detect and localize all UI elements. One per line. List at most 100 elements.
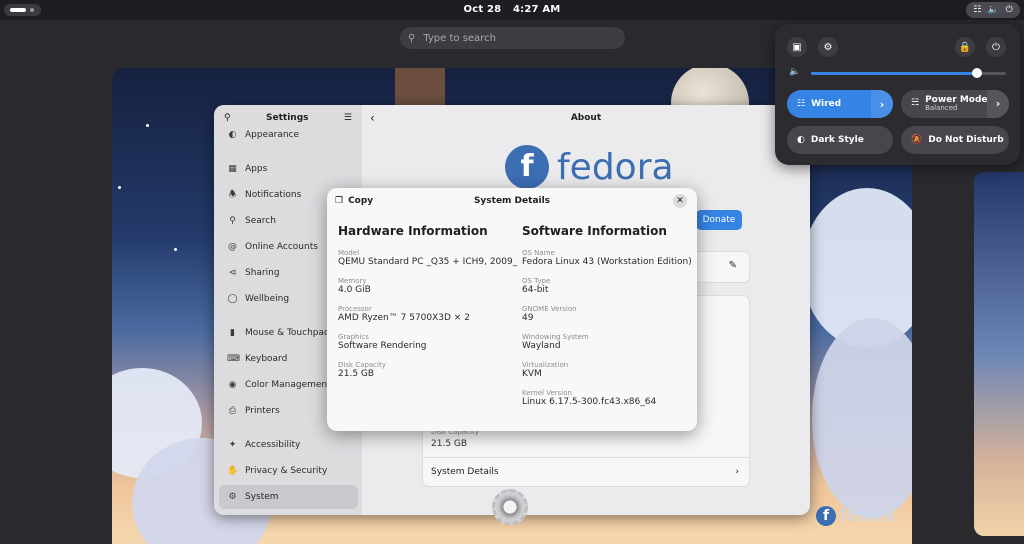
gear-icon: ⚙ (823, 41, 833, 53)
back-button[interactable]: ‹ (370, 111, 375, 125)
software-section: Software Information OS Name Fedora Linu… (522, 224, 692, 417)
power-button[interactable]: ⏻ (986, 37, 1006, 57)
field-label: GNOME Version (522, 305, 577, 313)
sidebar-item-apps[interactable]: ▦ Apps (219, 157, 358, 181)
sidebar-title: Settings (266, 113, 309, 123)
apps-icon: ▦ (228, 164, 237, 174)
clock[interactable]: Oct 28 4:27 AM (0, 4, 1024, 15)
star (146, 124, 149, 127)
sidebar-item-label: Privacy & Security (245, 466, 328, 476)
dialog-header: ❐ Copy ✕ (327, 188, 697, 214)
chevron-right-icon: › (879, 97, 885, 111)
field-value: Software Rendering (338, 341, 427, 351)
fedora-logo-text: fedora (557, 146, 674, 188)
share-icon: ⊲ (228, 268, 237, 278)
dark-style-label: Dark Style (810, 135, 864, 145)
sidebar-item-label: Online Accounts (245, 242, 318, 252)
adjacent-workspace-preview[interactable] (974, 172, 1024, 536)
sidebar-item-privacy-security[interactable]: ✋ Privacy & Security (219, 459, 358, 483)
field-label: Processor (338, 305, 372, 313)
search-icon[interactable]: ⚲ (224, 113, 231, 123)
hardware-heading: Hardware Information (338, 224, 488, 238)
field-value: 4.0 GiB (338, 285, 371, 295)
settings-app-icon[interactable] (492, 489, 528, 525)
edit-icon[interactable]: ✎ (729, 260, 737, 271)
power-mode-icon: ☵ (911, 98, 920, 109)
wellbeing-icon: ◯ (227, 294, 238, 304)
sidebar-item-appearance[interactable]: ◐ Appearance (219, 123, 358, 147)
sidebar-item-label: Appearance (245, 130, 300, 140)
sidebar-item-accessibility[interactable]: ✦ Accessibility (219, 433, 358, 457)
search-placeholder: Type to search (423, 32, 496, 44)
system-tray[interactable]: ☷ 🔈 ⏻ (966, 2, 1020, 18)
wired-label: Wired (811, 99, 842, 109)
field-value: Fedora Linux 43 (Workstation Edition) (522, 257, 692, 267)
volume-icon: 🔈 (789, 67, 801, 77)
field-value: KVM (522, 369, 542, 379)
sidebar-item-system[interactable]: ⚙ System (219, 485, 358, 509)
settings-button[interactable]: ⚙ (818, 37, 838, 57)
system-details-row[interactable]: System Details › (422, 457, 750, 487)
color-icon: ◉ (228, 380, 237, 390)
field-label: Windowing System (522, 333, 589, 341)
volume-slider-handle[interactable] (971, 68, 982, 78)
power-icon: ⏻ (992, 41, 1000, 53)
keyboard-icon: ⌨ (227, 354, 240, 364)
wired-menu-button[interactable]: › (871, 90, 893, 118)
bell-icon: 🕭 (228, 190, 237, 200)
field-label: OS Name (522, 249, 555, 257)
field-value: AMD Ryzen™ 7 5700X3D × 2 (338, 313, 470, 323)
top-bar: Oct 28 4:27 AM ☷ 🔈 ⏻ (0, 0, 1024, 20)
field-label: Kernel Version (522, 389, 572, 397)
sidebar-item-label: Sharing (245, 268, 280, 278)
about-header: ‹ About (362, 105, 810, 131)
close-button[interactable]: ✕ (673, 194, 687, 208)
sidebar-item-label: Wellbeing (245, 294, 290, 304)
software-heading: Software Information (522, 224, 667, 238)
search-input[interactable]: ⚲ Type to search (400, 27, 625, 49)
sidebar-item-label: System (245, 492, 279, 502)
search-icon: ⚲ (408, 32, 416, 44)
page-title: About (570, 113, 602, 123)
field-value: 49 (522, 313, 534, 323)
power-mode-menu-button[interactable]: › (987, 90, 1009, 118)
dark-style-toggle[interactable]: ◐ Dark Style (787, 126, 893, 154)
screenshot-icon: ▣ (792, 41, 802, 53)
power-mode-toggle[interactable]: ☵ Power Mode Balanced › (901, 90, 1009, 118)
wallpaper-fedora-logo: f fedora (816, 506, 895, 526)
volume-slider[interactable] (811, 68, 1006, 78)
sidebar-item-label: Mouse & Touchpad (245, 328, 330, 338)
system-details-label: System Details (431, 467, 499, 477)
power-icon: ⏻ (1005, 5, 1013, 15)
donate-button[interactable]: Donate (696, 210, 742, 230)
gear-icon: ⚙ (228, 492, 237, 502)
copy-label: Copy (348, 196, 374, 206)
do-not-disturb-label: Do Not Disturb (928, 135, 1004, 145)
field-label: Graphics (338, 333, 369, 341)
accessibility-icon: ✦ (228, 440, 237, 450)
sidebar-item-label: Color Management (245, 380, 331, 390)
dark-style-icon: ◐ (797, 135, 805, 145)
wired-toggle[interactable]: ☷ Wired › (787, 90, 893, 118)
lock-button[interactable]: 🔒 (955, 37, 975, 57)
do-not-disturb-toggle[interactable]: 🔕 Do Not Disturb (901, 126, 1009, 154)
screenshot-button[interactable]: ▣ (787, 37, 807, 57)
copy-icon: ❐ (335, 196, 344, 206)
disk-capacity-value: 21.5 GB (431, 439, 468, 449)
field-value: QEMU Standard PC _Q35 + ICH9, 2009_ (338, 257, 518, 267)
sidebar-item-label: Search (245, 216, 276, 226)
sidebar-item-label: Apps (245, 164, 268, 174)
chevron-right-icon: › (735, 467, 739, 477)
copy-button[interactable]: ❐ Copy (335, 196, 373, 206)
fedora-logo-icon: f (505, 145, 549, 189)
hand-icon: ✋ (227, 466, 239, 476)
field-label: Memory (338, 277, 367, 285)
network-icon: ☷ (797, 99, 806, 109)
field-label: Model (338, 249, 360, 257)
printer-icon: ⎙ (228, 406, 237, 416)
appearance-icon: ◐ (228, 130, 237, 140)
field-value: Wayland (522, 341, 561, 351)
volume-slider-fill (811, 72, 977, 75)
wallpaper-logo-text: fedora (840, 506, 896, 526)
menu-icon[interactable]: ☰ (344, 113, 352, 123)
